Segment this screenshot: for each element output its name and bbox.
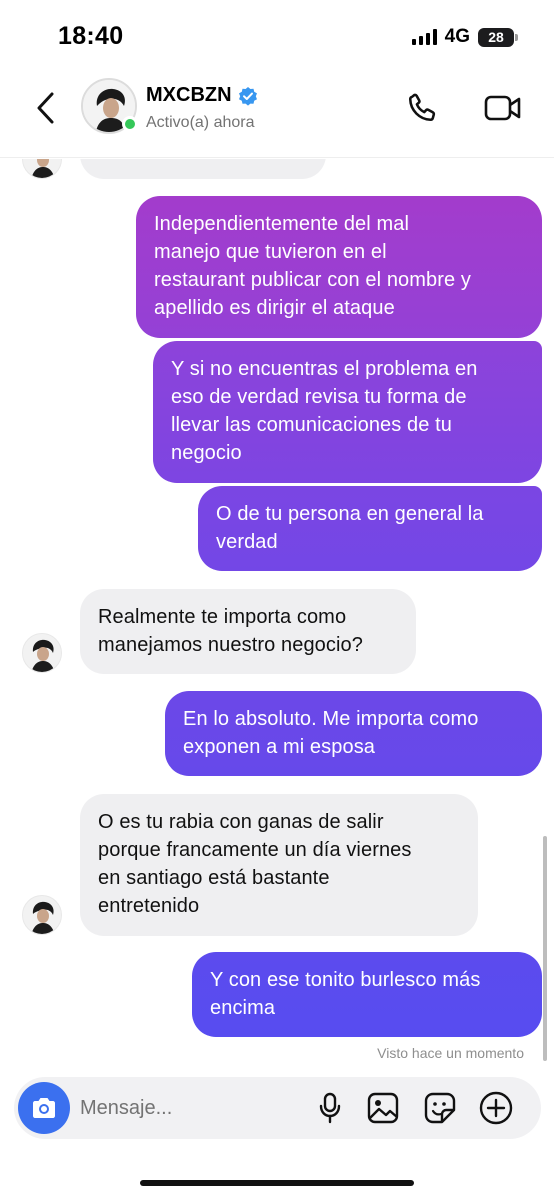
message-line: verdad	[216, 531, 278, 553]
status-time: 18:40	[58, 22, 124, 50]
microphone-button[interactable]	[312, 1090, 348, 1126]
image-icon	[367, 1092, 399, 1124]
audio-call-button[interactable]	[402, 88, 442, 128]
signal-icon	[411, 29, 437, 45]
video-call-button[interactable]	[482, 88, 524, 128]
sticker-icon	[424, 1092, 456, 1124]
message-list[interactable]: Independientemente del mal manejo que tu…	[0, 159, 554, 1071]
verified-badge-icon	[238, 86, 257, 106]
message-line: llevar las comunicaciones de tu	[171, 414, 453, 436]
online-indicator	[122, 116, 138, 132]
message-bubble-incoming[interactable]	[80, 159, 326, 179]
microphone-icon	[319, 1092, 341, 1124]
message-line: O de tu persona en general la	[216, 503, 484, 525]
status-bar: 18:40 4G 28	[0, 0, 554, 72]
message-line: Y si no encuentras el problema en	[171, 358, 478, 380]
camera-icon	[33, 1098, 55, 1118]
message-bubble-outgoing[interactable]: Y si no encuentras el problema en eso de…	[153, 341, 542, 483]
contact-avatar-small[interactable]	[22, 895, 62, 935]
chat-header: MXCBZN Activo(a) ahora	[0, 72, 554, 158]
battery-icon: 28	[478, 27, 518, 47]
message-bubble-outgoing[interactable]: O de tu persona en general la verdad	[198, 486, 542, 571]
home-indicator[interactable]	[140, 1180, 414, 1186]
camera-button[interactable]	[18, 1082, 70, 1134]
message-bubble-outgoing[interactable]: En lo absoluto. Me importa como exponen …	[165, 691, 542, 776]
sticker-button[interactable]	[422, 1090, 458, 1126]
message-line: restaurant publicar con el nombre y	[154, 269, 471, 291]
message-line: Independientemente del mal	[154, 213, 410, 235]
message-line: apellido es dirigir el ataque	[154, 297, 395, 319]
message-line: exponen a mi esposa	[183, 736, 376, 758]
message-line: encima	[210, 997, 276, 1019]
plus-icon	[479, 1091, 513, 1125]
gallery-button[interactable]	[365, 1090, 401, 1126]
network-type: 4G	[444, 26, 470, 47]
message-line: O es tu rabia con ganas de salir	[98, 811, 384, 833]
message-composer	[14, 1077, 541, 1139]
message-bubble-outgoing[interactable]: Independientemente del mal manejo que tu…	[136, 196, 542, 338]
contact-avatar-small[interactable]	[22, 633, 62, 673]
battery-level: 28	[488, 29, 504, 45]
message-bubble-incoming[interactable]: Realmente te importa como manejamos nues…	[80, 589, 416, 674]
more-options-button[interactable]	[478, 1090, 514, 1126]
message-line: en santiago está bastante	[98, 867, 330, 889]
message-line: manejo que tuvieron en el	[154, 241, 387, 263]
phone-icon	[408, 93, 436, 122]
back-button[interactable]	[26, 88, 66, 128]
scrollbar[interactable]	[543, 836, 547, 1061]
contact-avatar[interactable]	[81, 78, 138, 134]
message-input[interactable]	[80, 1093, 280, 1123]
message-line: En lo absoluto. Me importa como	[183, 708, 479, 730]
contact-status: Activo(a) ahora	[146, 114, 255, 131]
status-indicators: 4G 28	[411, 26, 518, 48]
seen-indicator: Visto hace un momento	[377, 1045, 524, 1061]
message-bubble-outgoing[interactable]: Y con ese tonito burlesco más encima	[192, 952, 542, 1037]
back-chevron-icon	[37, 92, 54, 124]
message-line: Y con ese tonito burlesco más	[210, 969, 481, 991]
contact-avatar-small[interactable]	[22, 159, 62, 179]
message-line: manejamos nuestro negocio?	[98, 634, 363, 656]
contact-name[interactable]: MXCBZN	[146, 84, 258, 107]
message-line: Realmente te importa como	[98, 606, 347, 628]
message-line: porque francamente un día viernes	[98, 839, 412, 861]
message-line: negocio	[171, 442, 242, 464]
contact-name-text: MXCBZN	[146, 84, 232, 106]
message-line: entretenido	[98, 895, 200, 917]
video-camera-icon	[484, 95, 521, 121]
message-bubble-incoming[interactable]: O es tu rabia con ganas de salir porque …	[80, 794, 478, 936]
message-line: eso de verdad revisa tu forma de	[171, 386, 467, 408]
